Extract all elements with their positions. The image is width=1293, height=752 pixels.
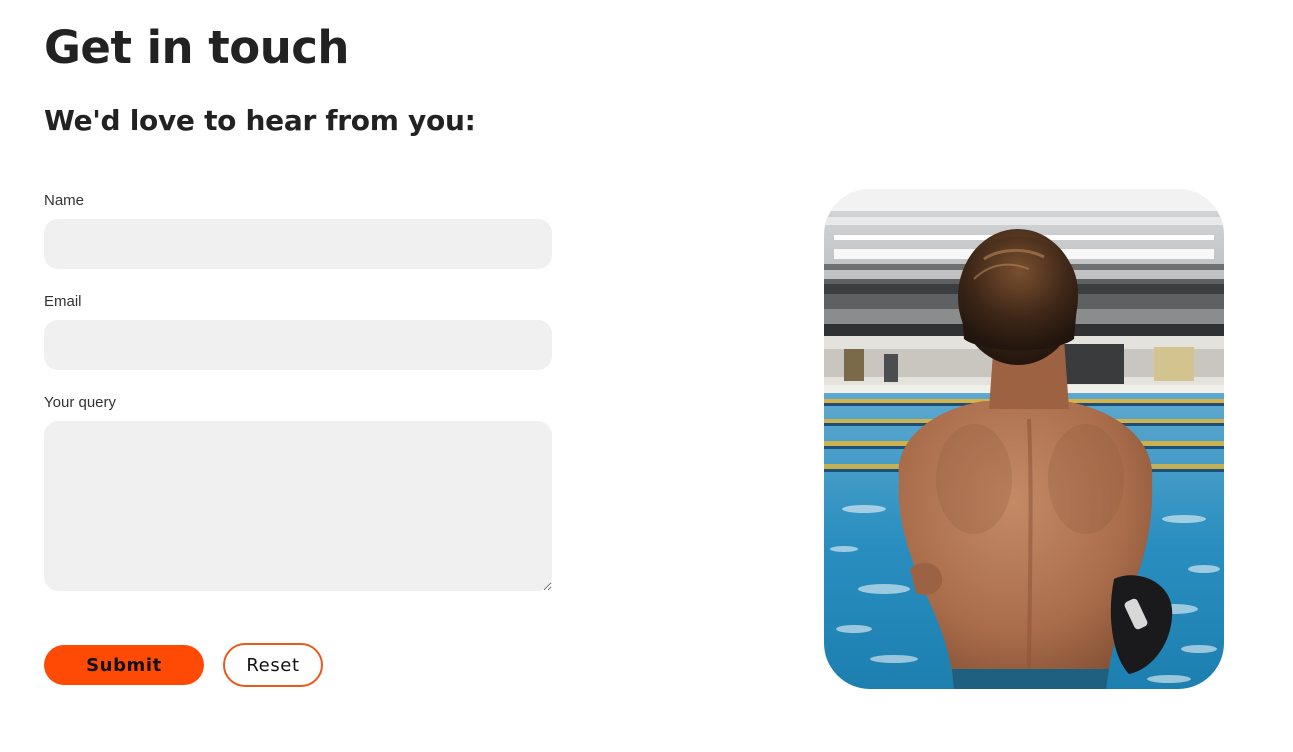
name-label: Name bbox=[44, 192, 85, 209]
page-title: Get in touch bbox=[44, 21, 349, 74]
form-actions: Submit Reset bbox=[44, 643, 323, 687]
contact-form: Name Email Your query bbox=[44, 188, 552, 591]
query-textarea[interactable] bbox=[44, 421, 552, 591]
query-label: Your query bbox=[44, 394, 116, 411]
page-subtitle: We'd love to hear from you: bbox=[44, 104, 476, 137]
contact-page: Get in touch We'd love to hear from you:… bbox=[0, 0, 1293, 752]
swimmer-photo bbox=[824, 189, 1224, 689]
email-input[interactable] bbox=[44, 320, 552, 370]
submit-button[interactable]: Submit bbox=[44, 645, 204, 685]
name-input[interactable] bbox=[44, 219, 552, 269]
swimmer-photo-illustration bbox=[824, 189, 1224, 689]
email-label: Email bbox=[44, 293, 82, 310]
reset-button[interactable]: Reset bbox=[223, 643, 323, 687]
